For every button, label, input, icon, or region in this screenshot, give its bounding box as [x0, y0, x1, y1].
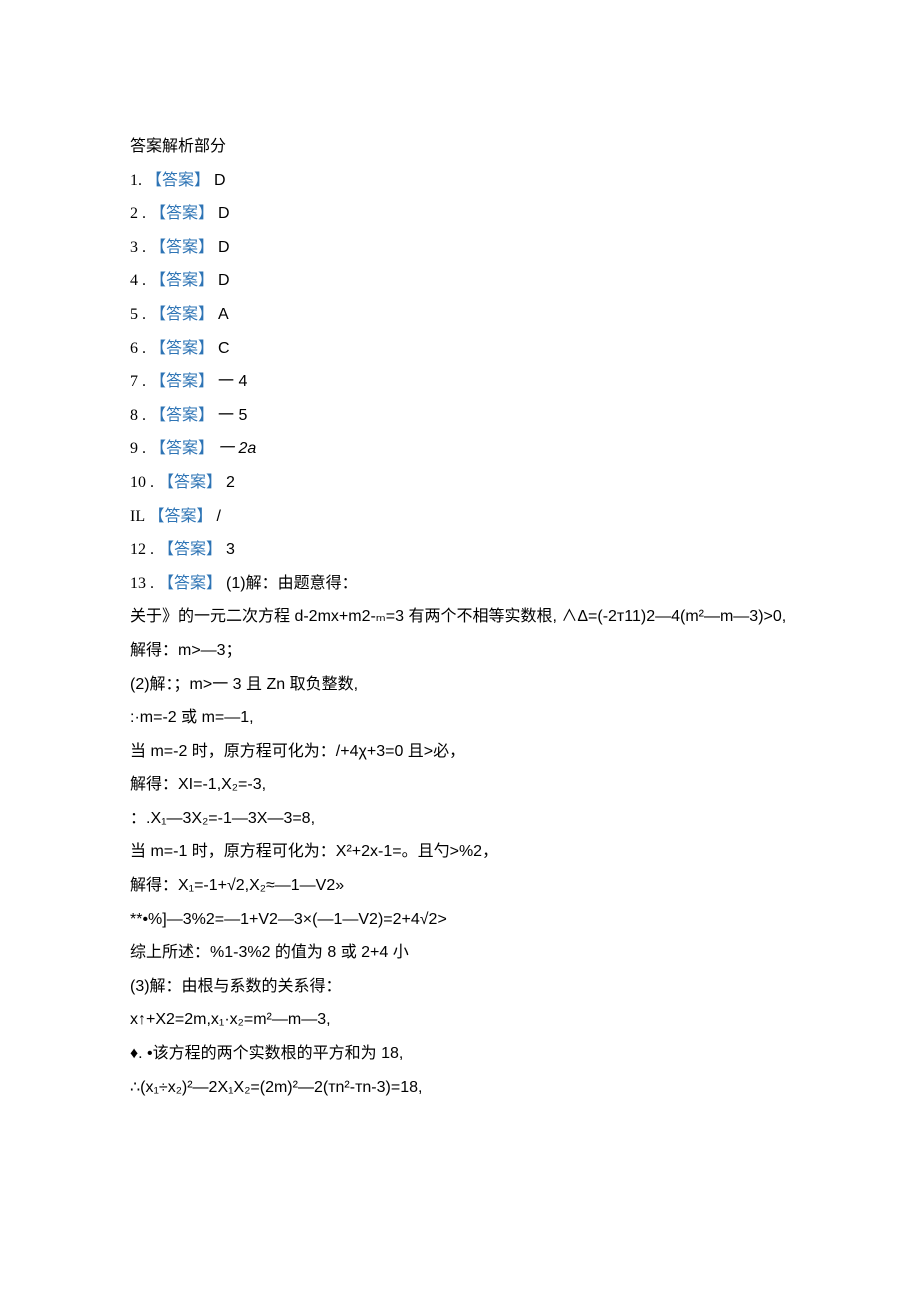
- answer-item-11: IL 【答案】 /: [130, 500, 810, 534]
- answer-value: A: [218, 306, 229, 323]
- answer-value: 2: [226, 474, 235, 491]
- solution-line: 解得：m>—3；: [130, 634, 810, 668]
- answer-num: 5 .: [130, 306, 146, 323]
- solution-line: 当 m=-2 时，原方程可化为：/+4χ+3=0 且>必，: [130, 735, 810, 769]
- answer-label: 【答案】: [150, 272, 214, 289]
- solution-line: ♦. •该方程的两个实数根的平方和为 18,: [130, 1037, 810, 1071]
- answer-label: 【答案】: [150, 373, 214, 390]
- answer-item-6: 6 . 【答案】 C: [130, 332, 810, 366]
- answer-num: 9 .: [130, 440, 146, 457]
- solution-line: 解得：XI=-1,X₂=-3,: [130, 768, 810, 802]
- answer-value: C: [218, 340, 230, 357]
- answer-label: 【答案】: [150, 239, 214, 256]
- solution-line: ∴(x₁÷x₂)²—2X₁X₂=(2m)²—2(тn²-тn-3)=18,: [130, 1071, 810, 1105]
- solution-text: (1)解：由题意得：: [226, 575, 358, 592]
- answer-label: 【答案】: [150, 306, 214, 323]
- answer-label: 【答案】: [158, 575, 222, 592]
- solution-line: :·m=-2 或 m=—1,: [130, 701, 810, 735]
- solution-line: **•%]—3%2=—1+V2—3×(—1—V2)=2+4√2>: [130, 903, 810, 937]
- answer-label: 【答案】: [149, 508, 213, 525]
- solution-line: (2)解：；m>一 3 且 Zn 取负整数,: [130, 668, 810, 702]
- solution-line: (3)解：由根与系数的关系得：: [130, 970, 810, 1004]
- answer-num: 4 .: [130, 272, 146, 289]
- answer-item-3: 3 . 【答案】 D: [130, 231, 810, 265]
- answer-value: 一 2a: [218, 440, 256, 457]
- answer-label: 【答案】: [150, 440, 214, 457]
- section-title: 答案解析部分: [130, 130, 810, 164]
- answer-num: 13 .: [130, 575, 154, 592]
- answer-value: D: [218, 239, 230, 256]
- document-page: 答案解析部分 1. 【答案】 D 2 . 【答案】 D 3 . 【答案】 D 4…: [0, 0, 920, 1164]
- solution-line: 解得：X₁=-1+√2,X₂≈—1—V2»: [130, 869, 810, 903]
- answer-item-10: 10 . 【答案】 2: [130, 466, 810, 500]
- answer-label: 【答案】: [158, 474, 222, 491]
- answer-label: 【答案】: [150, 340, 214, 357]
- answer-item-8: 8 . 【答案】 一 5: [130, 399, 810, 433]
- answer-item-7: 7 . 【答案】 一 4: [130, 365, 810, 399]
- answer-num: 3 .: [130, 239, 146, 256]
- answer-value: D: [218, 205, 230, 222]
- answer-num: 8 .: [130, 407, 146, 424]
- solution-line: 综上所述：%1-3%2 的值为 8 或 2+4 小: [130, 936, 810, 970]
- answer-label: 【答案】: [150, 407, 214, 424]
- answer-label: 【答案】: [158, 541, 222, 558]
- answer-item-9: 9 . 【答案】 一 2a: [130, 432, 810, 466]
- answer-num: 6 .: [130, 340, 146, 357]
- solution-line: x↑+X2=2m,x₁·x₂=m²—m—3,: [130, 1003, 810, 1037]
- answer-item-1: 1. 【答案】 D: [130, 164, 810, 198]
- answer-item-2: 2 . 【答案】 D: [130, 197, 810, 231]
- answer-value: 3: [226, 541, 235, 558]
- answer-value: D: [218, 272, 230, 289]
- solution-line: ：.X₁—3X₂=-1—3X—3=8,: [130, 802, 810, 836]
- answer-num: 7 .: [130, 373, 146, 390]
- answer-num: 10 .: [130, 474, 154, 491]
- answer-item-4: 4 . 【答案】 D: [130, 264, 810, 298]
- answer-item-13-header: 13 . 【答案】 (1)解：由题意得：: [130, 567, 810, 601]
- answer-label: 【答案】: [146, 172, 210, 189]
- answer-value: D: [214, 172, 226, 189]
- answer-value: 一 4: [218, 373, 247, 390]
- answer-num: IL: [130, 508, 145, 525]
- answer-item-12: 12 . 【答案】 3: [130, 533, 810, 567]
- answer-num: 1.: [130, 172, 142, 189]
- answer-label: 【答案】: [150, 205, 214, 222]
- solution-line: 当 m=-1 时，原方程可化为：X²+2x-1=。且勺>%2，: [130, 835, 810, 869]
- answer-num: 12 .: [130, 541, 154, 558]
- solution-line: 关于》的一元二次方程 d-2mx+m2-ₘ=3 有两个不相等实数根, ∧Δ=(-…: [130, 600, 810, 634]
- answer-value: /: [217, 508, 221, 525]
- answer-value: 一 5: [218, 407, 247, 424]
- answer-num: 2 .: [130, 205, 146, 222]
- answer-item-5: 5 . 【答案】 A: [130, 298, 810, 332]
